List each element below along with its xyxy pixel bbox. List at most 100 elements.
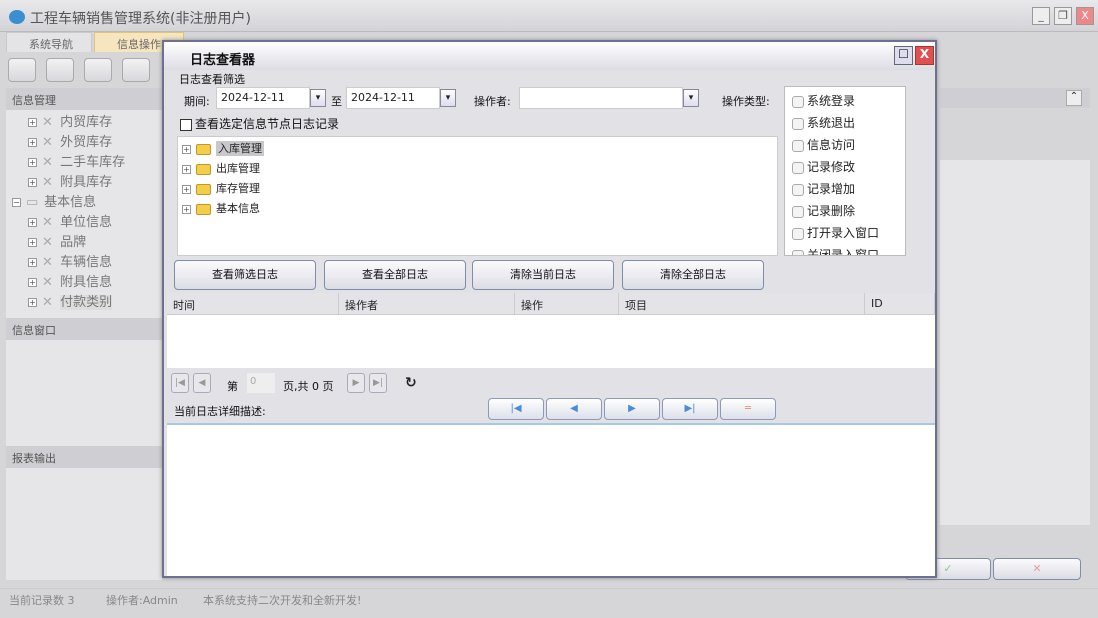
expand-icon[interactable]: + [28, 158, 37, 167]
collapse-icon[interactable]: − [12, 198, 21, 207]
sidebar-section-report[interactable]: 报表输出 [6, 446, 162, 468]
column-header[interactable]: ID [865, 293, 935, 315]
sidebar-item[interactable]: + ✕ 内贸库存 [28, 111, 112, 131]
sidebar-item[interactable]: + ✕ 单位信息 [28, 211, 112, 231]
sidebar-item-label: 车辆信息 [60, 255, 113, 270]
minimize-button[interactable]: _ [1032, 7, 1050, 25]
tab-system-nav[interactable]: 系统导航 [6, 32, 92, 52]
op-type-checkbox[interactable]: 打开录入窗口 [792, 224, 879, 241]
detail-textarea[interactable] [167, 423, 935, 576]
tree-node[interactable]: + 库存管理 [182, 180, 260, 196]
column-header[interactable]: 操作 [515, 293, 619, 315]
sidebar-item[interactable]: + ✕ 附具库存 [28, 171, 112, 191]
sidebar-item[interactable]: + ✕ 外贸库存 [28, 131, 112, 151]
operator-select[interactable] [519, 87, 683, 109]
next-page-icon[interactable]: ▶ [347, 373, 365, 393]
expand-icon[interactable]: + [28, 258, 37, 267]
checkbox-icon[interactable] [792, 227, 804, 240]
op-type-checkbox[interactable]: 系统退出 [792, 114, 855, 131]
cancel-button[interactable]: ✕ [993, 558, 1081, 580]
tool-icon: ✕ [42, 135, 53, 150]
prev-page-icon[interactable]: ◀ [193, 373, 211, 393]
sidebar-item[interactable]: + ✕ 附具信息 [28, 271, 112, 291]
maximize-button[interactable]: ☐ [894, 46, 913, 65]
sidebar-item[interactable]: + ✕ 二手车库存 [28, 151, 125, 171]
tree-node[interactable]: + 出库管理 [182, 160, 260, 176]
dialog-close-button[interactable]: X [915, 46, 934, 65]
tree-node[interactable]: + 基本信息 [182, 200, 260, 216]
sidebar-item[interactable]: − ▭ 基本信息 [12, 191, 96, 211]
column-header[interactable]: 时间 [167, 293, 339, 315]
sidebar-item[interactable]: + ✕ 付款类别 [28, 291, 113, 311]
date-to-input[interactable]: 2024-12-11 [346, 87, 440, 109]
op-type-checkbox[interactable]: 记录删除 [792, 202, 855, 219]
op-type-checkbox[interactable]: 记录修改 [792, 158, 855, 175]
column-header[interactable]: 项目 [619, 293, 865, 315]
op-type-label: 打开录入窗口 [807, 226, 880, 240]
op-type-label: 系统退出 [807, 116, 856, 130]
op-type-checkbox[interactable]: 记录增加 [792, 180, 855, 197]
collapse-button[interactable]: ⌃ [1066, 90, 1082, 106]
expand-icon[interactable]: + [28, 118, 37, 127]
node-log-checkbox[interactable]: 查看选定信息节点日志记录 [180, 115, 339, 132]
op-type-label: 关闭录入窗口 [807, 248, 880, 256]
tree-node[interactable]: + 入库管理 [182, 140, 264, 156]
checkbox-icon[interactable] [792, 205, 804, 218]
expand-icon[interactable]: + [182, 144, 191, 154]
refresh-icon[interactable]: ↻ [405, 375, 417, 391]
expand-icon[interactable]: + [28, 278, 37, 287]
expand-icon[interactable]: + [28, 298, 37, 307]
sidebar-item[interactable]: + ✕ 车辆信息 [28, 251, 112, 271]
checkbox-icon[interactable] [792, 183, 804, 196]
log-action-button[interactable]: 查看全部日志 [324, 260, 466, 290]
user-tool-button[interactable] [122, 58, 150, 82]
sidebar-item-label: 品牌 [60, 235, 87, 250]
date-to-dropdown-icon[interactable]: ▾ [440, 89, 456, 107]
op-type-checkbox[interactable]: 系统登录 [792, 92, 855, 109]
expand-icon[interactable]: + [28, 138, 37, 147]
restore-button[interactable]: ❐ [1054, 7, 1072, 25]
sidebar-item-label: 付款类别 [60, 295, 113, 310]
checkbox-icon[interactable] [792, 139, 804, 152]
expand-icon[interactable]: + [28, 218, 37, 227]
sidebar-item[interactable]: + ✕ 品牌 [28, 231, 86, 251]
search-tool-button[interactable] [8, 58, 36, 82]
sidebar-section-info-manage[interactable]: 信息管理 [6, 88, 162, 110]
checkbox-icon[interactable] [792, 95, 804, 108]
collapse-detail-button[interactable]: ═ [720, 398, 776, 420]
page-input[interactable]: 0 [247, 373, 275, 393]
checkbox-icon[interactable] [792, 161, 804, 174]
log-action-button[interactable]: 查看筛选日志 [174, 260, 316, 290]
tree-node-label: 出库管理 [216, 162, 260, 175]
expand-icon[interactable]: + [182, 184, 191, 194]
checkbox-icon[interactable] [792, 249, 804, 255]
expand-icon[interactable]: + [182, 164, 191, 174]
dialog-title-bar[interactable]: 日志查看器 ☐ X [164, 42, 935, 70]
pager: |◀ ◀ 第 0 页,共 0 页 ▶ ▶| ↻ [167, 370, 935, 396]
log-action-button[interactable]: 清除全部日志 [622, 260, 764, 290]
column-header[interactable]: 操作者 [339, 293, 515, 315]
first-record-button[interactable]: |◀ [488, 398, 544, 420]
prev-record-button[interactable]: ◀ [546, 398, 602, 420]
log-action-button[interactable]: 清除当前日志 [472, 260, 614, 290]
expand-icon[interactable]: + [182, 204, 191, 214]
list-tool-button[interactable] [46, 58, 74, 82]
dialog-title: 日志查看器 [190, 53, 256, 68]
close-button[interactable]: X [1076, 7, 1094, 25]
expand-icon[interactable]: + [28, 178, 37, 187]
operator-dropdown-icon[interactable]: ▾ [683, 89, 699, 107]
detail-label: 当前日志详细描述: [174, 405, 266, 418]
op-type-checkbox[interactable]: 信息访问 [792, 136, 855, 153]
date-from-dropdown-icon[interactable]: ▾ [310, 89, 326, 107]
last-page-icon[interactable]: ▶| [369, 373, 387, 393]
sidebar-section-info-window[interactable]: 信息窗口 [6, 318, 162, 340]
date-from-input[interactable]: 2024-12-11 [216, 87, 310, 109]
last-record-button[interactable]: ▶| [662, 398, 718, 420]
expand-icon[interactable]: + [28, 238, 37, 247]
first-page-icon[interactable]: |◀ [171, 373, 189, 393]
checkbox-icon[interactable] [792, 117, 804, 130]
op-type-checkbox[interactable]: 关闭录入窗口 [792, 246, 880, 256]
next-record-button[interactable]: ▶ [604, 398, 660, 420]
document-tool-button[interactable] [84, 58, 112, 82]
checkbox-icon[interactable] [180, 118, 192, 131]
